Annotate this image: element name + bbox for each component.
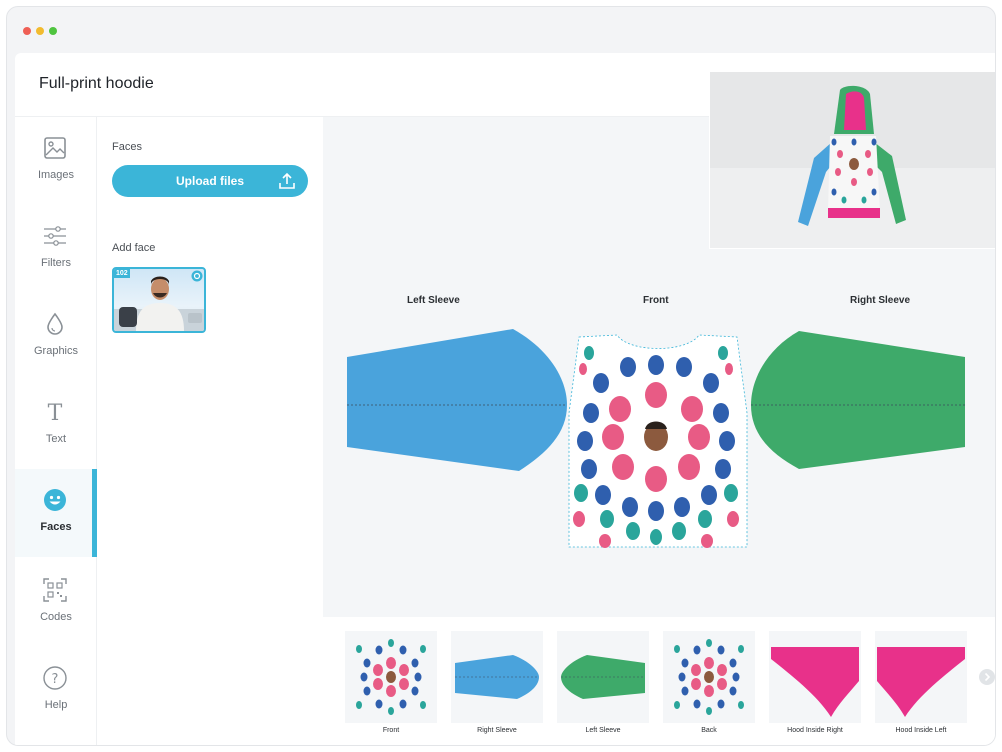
window-titlebar (7, 7, 995, 51)
upload-files-button[interactable]: Upload files (112, 165, 308, 197)
sidebar-item-label: Filters (41, 257, 71, 269)
thumbnail-label: Front (382, 727, 400, 734)
hood-inside-right-thumbnail-image (771, 647, 859, 717)
pieces-thumbnail-strip: Front Right Sleeve Left Sleeve Back Hood… (323, 617, 995, 745)
left-sleeve-thumbnail-image (561, 655, 645, 699)
thumbnail-back[interactable] (663, 631, 755, 723)
thumbnail-left-sleeve[interactable] (557, 631, 649, 723)
upload-button-label: Upload files (175, 174, 244, 188)
drop-icon (47, 312, 63, 335)
right-sleeve-thumbnail-image (455, 655, 539, 699)
chevron-right-icon (984, 672, 991, 682)
face-photo-thumbnail[interactable]: 102 (112, 267, 206, 333)
browser-window: Full-print hoodie Images Filters Graphic… (6, 6, 996, 746)
sidebar-item-label: Images (37, 169, 75, 181)
thumbnail-hood-inside-right[interactable] (769, 631, 861, 723)
text-t-icon: T (48, 401, 63, 425)
svg-text:T: T (48, 401, 63, 425)
thumbnail-right-sleeve[interactable] (451, 631, 543, 723)
thumbnail-label: Back (701, 727, 717, 734)
app-container: Full-print hoodie Images Filters Graphic… (15, 53, 995, 745)
sidebar-item-filters[interactable]: Filters (15, 205, 97, 293)
pattern-pieces (347, 329, 965, 548)
sidebar-item-help[interactable]: ? Help (15, 647, 97, 735)
settings-gear-icon[interactable] (191, 270, 203, 282)
faces-panel: Faces Upload files Add face 102 (97, 117, 323, 745)
sidebar-item-faces[interactable]: Faces (15, 469, 97, 557)
right-sleeve-piece (751, 331, 965, 469)
svg-text:?: ? (52, 672, 59, 687)
question-icon: ? (43, 666, 67, 690)
front-thumbnail-image (356, 639, 426, 715)
sidebar-item-label: Text (45, 433, 67, 445)
upload-icon (279, 172, 295, 189)
left-sleeve-piece (347, 329, 567, 471)
close-window-dot[interactable] (23, 27, 31, 35)
maximize-window-dot[interactable] (49, 27, 57, 35)
page-title: Full-print hoodie (39, 75, 154, 92)
sidebar-rail: Images Filters Graphics T Text Faces Cod… (15, 117, 97, 745)
smiley-icon (44, 489, 66, 511)
face-count-badge: 102 (114, 269, 130, 278)
image-icon (44, 137, 66, 159)
sidebar-item-text[interactable]: T Text (15, 381, 97, 469)
sidebar-item-images[interactable]: Images (15, 117, 97, 205)
thumbnail-hood-inside-left[interactable] (875, 631, 967, 723)
thumbnail-label: Hood Inside Left (895, 727, 947, 734)
thumbnail-label: Left Sleeve (585, 727, 621, 734)
section-title: Faces (112, 141, 142, 153)
next-thumbnails-button[interactable] (979, 669, 995, 685)
sliders-icon (44, 226, 66, 246)
sidebar-item-codes[interactable]: Codes (15, 559, 97, 647)
sidebar-item-label: Help (44, 699, 68, 711)
thumbnail-label: Hood Inside Right (787, 727, 843, 734)
sidebar-item-label: Faces (40, 521, 72, 533)
back-thumbnail-image (674, 639, 744, 715)
design-canvas[interactable]: Left Sleeve Front Right Sleeve (323, 71, 995, 617)
thumbnail-label: Right Sleeve (477, 727, 517, 734)
hood-inside-left-thumbnail-image (877, 647, 965, 717)
minimize-window-dot[interactable] (36, 27, 44, 35)
sidebar-item-label: Codes (40, 611, 72, 623)
qr-code-icon (43, 578, 67, 602)
sidebar-item-graphics[interactable]: Graphics (15, 293, 97, 381)
sidebar-item-label: Graphics (33, 345, 79, 357)
add-face-label: Add face (112, 242, 156, 254)
thumbnail-front[interactable] (345, 631, 437, 723)
